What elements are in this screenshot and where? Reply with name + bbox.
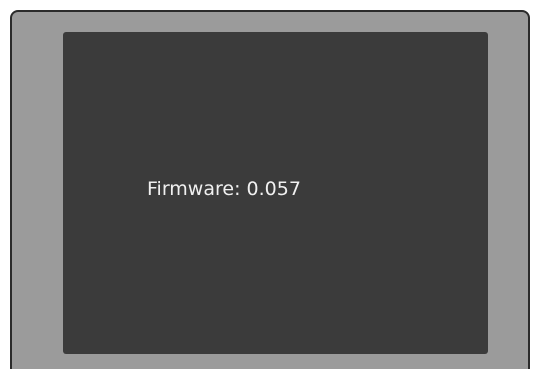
firmware-version-label: Firmware: 0.057 xyxy=(147,178,301,200)
device-screen: Firmware: 0.057 xyxy=(63,32,488,354)
device-bezel: Firmware: 0.057 xyxy=(10,10,530,369)
